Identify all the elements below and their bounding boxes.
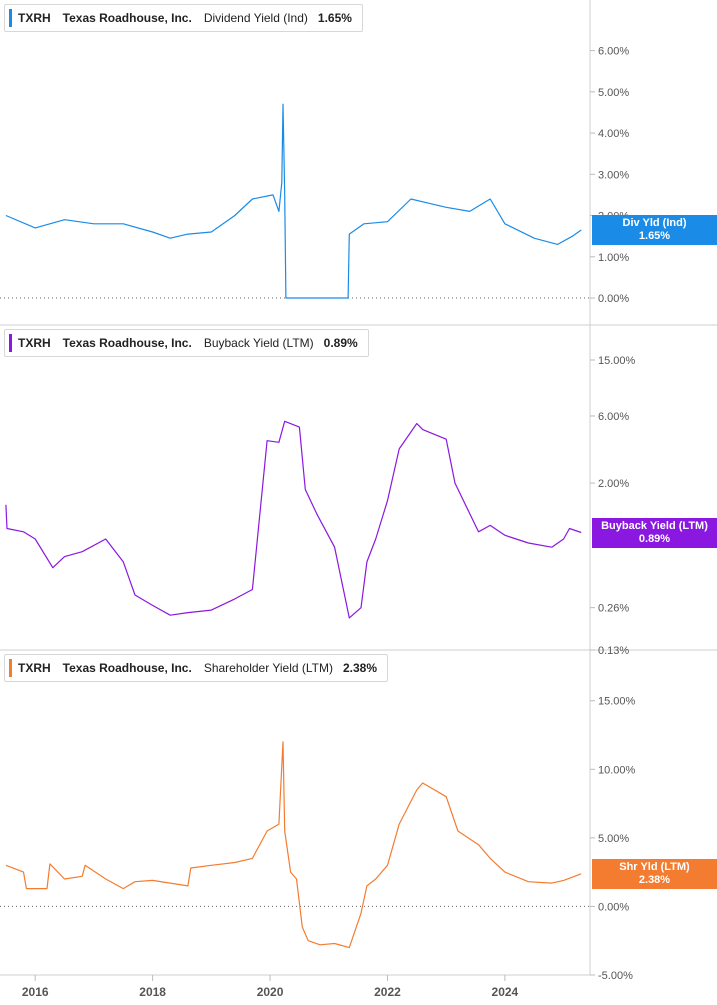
series-color-swatch (9, 9, 12, 27)
y-tick-label: 0.13% (598, 645, 629, 657)
legend-shareholder-yield[interactable]: TXRH Texas Roadhouse, Inc. Shareholder Y… (4, 654, 389, 682)
badge-value: 0.89% (638, 532, 671, 545)
y-tick-label: 6.00% (598, 411, 629, 423)
x-tick-label: 2022 (374, 985, 401, 999)
legend-company: Texas Roadhouse, Inc. (62, 11, 192, 25)
x-tick-label: 2020 (257, 985, 284, 999)
y-tick-label: 3.00% (598, 169, 629, 181)
legend-ticker: TXRH (18, 336, 51, 350)
badge-label: Div Yld (Ind) (622, 216, 687, 229)
y-tick-label: 5.00% (598, 87, 629, 99)
legend-company: Texas Roadhouse, Inc. (62, 336, 192, 350)
badge-value: 1.65% (638, 229, 671, 242)
current-value-badge-buyback: Buyback Yield (LTM) 0.89% (592, 517, 717, 548)
legend-value: 2.38% (343, 661, 378, 675)
series-color-swatch (9, 334, 12, 352)
badge-label: Buyback Yield (LTM) (601, 519, 708, 532)
legend-buyback-yield[interactable]: TXRH Texas Roadhouse, Inc. Buyback Yield… (4, 329, 369, 357)
badge-value: 2.38% (638, 873, 671, 886)
current-value-badge-shareholder: Shr Yld (LTM) 2.38% (592, 858, 717, 889)
chart-canvas: 6.00% 5.00% 4.00% 3.00% 2.00% 1.00% 0.00% 15.00… (0, 0, 717, 999)
series-line (5, 741, 582, 949)
legend-company: Texas Roadhouse, Inc. (62, 661, 192, 675)
legend-ticker: TXRH (18, 661, 51, 675)
y-tick-label: 0.00% (598, 901, 629, 913)
series-line (5, 103, 582, 299)
y-tick-label: -5.00% (598, 970, 633, 982)
y-tick-label: 10.00% (598, 764, 636, 776)
y-tick-label: 6.00% (598, 46, 629, 58)
y-tick-label: 0.00% (598, 293, 629, 305)
x-tick-label: 2016 (22, 985, 49, 999)
current-value-badge-dividend: Div Yld (Ind) 1.65% (592, 214, 717, 245)
y-tick-label: 1.00% (598, 252, 629, 264)
legend-ticker: TXRH (18, 11, 51, 25)
badge-label: Shr Yld (LTM) (619, 860, 690, 873)
legend-dividend-yield[interactable]: TXRH Texas Roadhouse, Inc. Dividend Yiel… (4, 4, 363, 32)
y-tick-label: 15.00% (598, 355, 636, 367)
legend-metric: Shareholder Yield (LTM) (203, 661, 333, 675)
legend-value: 0.89% (323, 336, 358, 350)
y-tick-label: 0.26% (598, 603, 629, 615)
legend-value: 1.65% (317, 11, 352, 25)
y-tick-label: 15.00% (598, 696, 636, 708)
y-tick-label: 5.00% (598, 833, 629, 845)
y-tick-label: 2.00% (598, 478, 629, 490)
legend-metric: Buyback Yield (LTM) (203, 336, 314, 350)
series-color-swatch (9, 659, 12, 677)
x-tick-label: 2024 (492, 985, 519, 999)
y-tick-label: 4.00% (598, 128, 629, 140)
legend-metric: Dividend Yield (Ind) (203, 11, 308, 25)
series-line (5, 420, 582, 619)
x-tick-label: 2018 (139, 985, 166, 999)
